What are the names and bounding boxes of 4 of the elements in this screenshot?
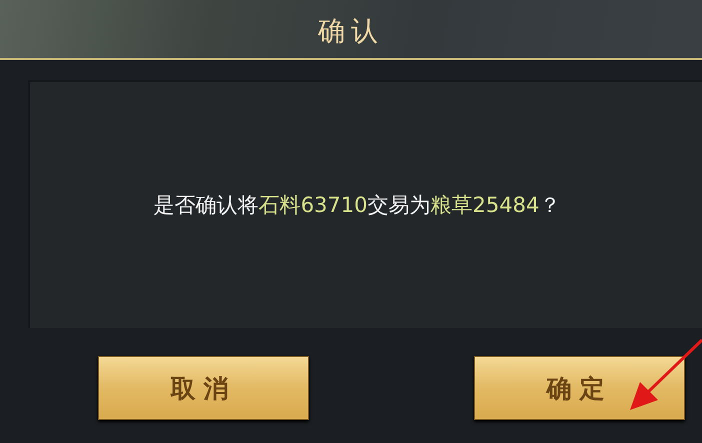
dialog-title: 确认 (318, 15, 384, 49)
dialog-button[interactable]: 取消 (98, 356, 309, 420)
dialog-button[interactable]: 确定 (474, 356, 685, 420)
confirm-message: 是否确认将石料63710交易为粮草25484？ (154, 192, 562, 219)
